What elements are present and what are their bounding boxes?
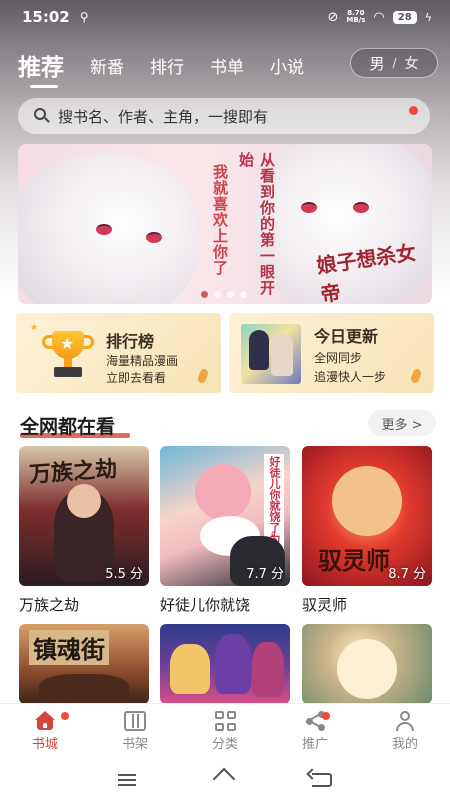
- card-decoration: [196, 368, 210, 384]
- comic-cover[interactable]: [160, 624, 290, 704]
- section-title: 全网都在看: [20, 416, 116, 438]
- bookshelf-icon: [124, 711, 146, 731]
- back-icon[interactable]: [311, 773, 332, 787]
- search-input[interactable]: 搜书名、作者、主角，一搜即有: [18, 98, 430, 134]
- battery-icon: 28: [392, 10, 417, 24]
- nav-bookstore[interactable]: 书城: [0, 704, 90, 759]
- nav-category[interactable]: 分类: [180, 704, 270, 759]
- nav-label: 书城: [31, 737, 58, 752]
- nav-label: 书架: [121, 737, 148, 752]
- wifi-icon: ◠: [373, 9, 385, 25]
- nav-label: 分类: [211, 737, 238, 752]
- network-speed: 8.70 MB/s: [346, 10, 365, 24]
- comic-title[interactable]: 好徒儿你就饶: [160, 594, 290, 615]
- usb-icon: ⚲: [79, 10, 89, 24]
- home-icon: [34, 711, 56, 731]
- card-decoration: [409, 368, 423, 384]
- ranking-card[interactable]: ★ ★ 排行榜 海量精品漫画 立即去看看: [16, 313, 221, 393]
- comic-title[interactable]: 驭灵师: [302, 594, 432, 615]
- tab-recommend[interactable]: 推荐: [18, 48, 64, 88]
- sparkle-icon: ★: [30, 323, 39, 333]
- notification-dot: [322, 712, 330, 720]
- tab-novel[interactable]: 小说: [270, 53, 304, 84]
- nav-promote[interactable]: 推广: [270, 704, 360, 759]
- update-card-line2: 追漫快人一步: [314, 370, 387, 384]
- comic-item[interactable]: 镇魂街: [19, 624, 149, 704]
- comic-cover[interactable]: [302, 624, 432, 704]
- more-button[interactable]: 更多 >: [368, 410, 436, 436]
- banner-dot[interactable]: [214, 291, 221, 298]
- gender-female[interactable]: 女: [405, 53, 419, 73]
- update-thumbnail: [241, 324, 301, 384]
- gender-male[interactable]: 男: [369, 53, 384, 74]
- comic-score: 8.7 分: [388, 567, 426, 582]
- search-icon: [34, 108, 50, 124]
- search-placeholder: 搜书名、作者、主角，一搜即有: [58, 107, 269, 126]
- system-navigation-bar: [0, 760, 450, 800]
- tab-new[interactable]: 新番: [90, 53, 124, 84]
- banner-dot[interactable]: [201, 291, 208, 298]
- status-time: 15:02: [22, 8, 70, 26]
- banner-character-left: [18, 154, 198, 304]
- comic-cover[interactable]: 好徒儿你就饶了为师伐 7.7 分: [160, 446, 290, 586]
- comic-title[interactable]: 万族之劫: [19, 594, 149, 615]
- comic-item[interactable]: 好徒儿你就饶了为师伐 7.7 分 好徒儿你就饶: [160, 446, 290, 615]
- trophy-icon: ★: [40, 331, 96, 379]
- banner-text-2: 我就喜欢上你了: [211, 164, 229, 276]
- nav-bookshelf[interactable]: 书架: [90, 704, 180, 759]
- ranking-card-title: 排行榜: [106, 332, 155, 351]
- banner-text-1: 从看到你的第一眼开始: [237, 152, 276, 296]
- nav-label: 我的: [391, 737, 418, 752]
- comic-item[interactable]: 万族之劫 5.5 分 万族之劫: [19, 446, 149, 615]
- comic-item[interactable]: 驭灵师 8.7 分 驭灵师: [302, 446, 432, 615]
- top-tabs: 推荐 新番 排行 书单 小说: [18, 44, 330, 88]
- bottom-navigation: 书城 书架 分类 推广 我的: [0, 703, 450, 759]
- banner-dot[interactable]: [227, 291, 234, 298]
- nav-mine[interactable]: 我的: [360, 704, 450, 759]
- gender-separator: /: [392, 56, 397, 70]
- category-grid-icon: [214, 711, 236, 731]
- network-speed-unit: MB/s: [346, 16, 366, 24]
- tab-ranking[interactable]: 排行: [150, 53, 184, 84]
- comic-cover[interactable]: 驭灵师 8.7 分: [302, 446, 432, 586]
- comic-cover[interactable]: 镇魂街: [19, 624, 149, 704]
- update-card-title: 今日更新: [314, 327, 379, 346]
- comic-item[interactable]: [160, 624, 290, 704]
- status-icons: ⊘ 8.70 MB/s ◠ 28 ϟ: [327, 10, 432, 25]
- daily-update-card[interactable]: 今日更新 全网同步 追漫快人一步: [229, 313, 434, 393]
- promo-banner[interactable]: 从看到你的第一眼开始 我就喜欢上你了 娘子想杀女帝: [18, 144, 432, 304]
- ranking-card-subtitle: 海量精品漫画 立即去看看: [106, 353, 178, 387]
- notification-dot: [61, 712, 69, 720]
- comic-score: 7.7 分: [246, 567, 284, 582]
- banner-pagination: [201, 291, 247, 298]
- mute-icon: ⊘: [327, 9, 339, 25]
- update-card-subtitle: 全网同步 追漫快人一步: [314, 349, 386, 387]
- menu-icon[interactable]: [118, 771, 137, 789]
- comic-item[interactable]: [302, 624, 432, 704]
- user-icon: [394, 711, 416, 731]
- cover-title-art: 镇魂街: [29, 630, 109, 665]
- charging-icon: ϟ: [424, 10, 432, 24]
- notification-dot: [409, 106, 418, 115]
- comic-cover[interactable]: 万族之劫 5.5 分: [19, 446, 149, 586]
- status-bar: 15:02 ⚲ ⊘ 8.70 MB/s ◠ 28 ϟ: [0, 0, 450, 34]
- update-card-line1: 全网同步: [314, 351, 363, 365]
- gender-toggle[interactable]: 男 / 女: [350, 48, 438, 78]
- nav-label: 推广: [301, 737, 328, 752]
- ranking-card-line1: 海量精品漫画: [106, 354, 179, 368]
- comic-score: 5.5 分: [105, 567, 143, 582]
- ranking-card-line2: 立即去看看: [106, 371, 167, 385]
- tab-booklist[interactable]: 书单: [210, 53, 244, 84]
- cover-title-art: 驭灵师: [318, 546, 390, 575]
- cover-title-art: 万族之劫: [28, 455, 118, 489]
- banner-dot[interactable]: [240, 291, 247, 298]
- system-home-icon[interactable]: [213, 773, 235, 787]
